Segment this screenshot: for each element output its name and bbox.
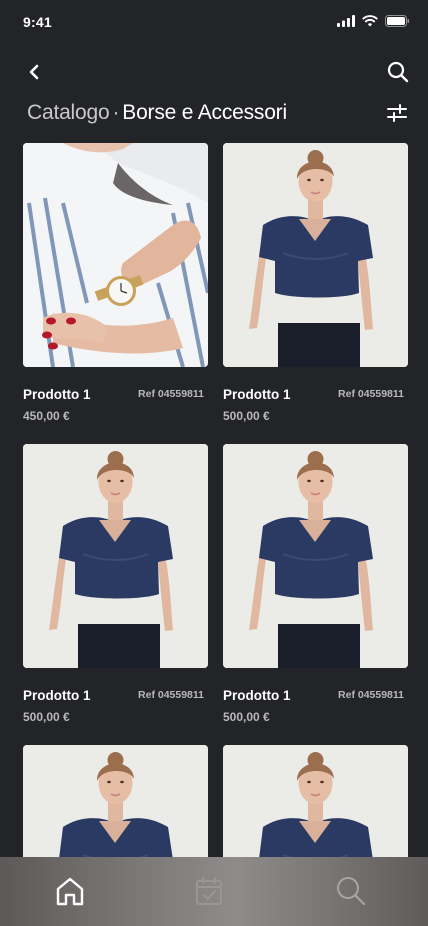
product-name: Prodotto 1: [223, 387, 291, 402]
product-ref: Ref 04559811: [138, 689, 204, 701]
breadcrumb-separator: ·: [112, 101, 120, 124]
status-icons: [337, 15, 410, 27]
breadcrumb-category[interactable]: Catalogo: [27, 101, 110, 124]
tab-bar: [0, 857, 428, 926]
wifi-icon: [362, 15, 378, 27]
tab-home[interactable]: [52, 873, 88, 909]
status-bar: 9:41: [0, 0, 428, 44]
back-button[interactable]: [22, 60, 46, 84]
status-time: 9:41: [23, 14, 52, 30]
product-price: 450,00 €: [23, 409, 70, 423]
sliders-icon: [387, 104, 407, 122]
filter-button[interactable]: [386, 102, 408, 124]
product-image: [223, 143, 408, 367]
product-price: 500,00 €: [223, 710, 270, 724]
product-name: Prodotto 1: [23, 688, 91, 703]
chevron-left-icon: [29, 64, 39, 80]
breadcrumb-subcategory: Borse e Accessori: [122, 101, 287, 124]
product-image: [23, 745, 208, 857]
product-image: [23, 143, 208, 367]
product-ref: Ref 04559811: [338, 388, 404, 400]
navigation-bar: [0, 58, 428, 88]
product-image: [23, 444, 208, 668]
signal-icon: [337, 15, 355, 27]
product-card[interactable]: [23, 745, 208, 857]
tab-search[interactable]: [333, 873, 369, 909]
product-card[interactable]: Prodotto 1 Ref 04559811 450,00 €: [23, 143, 208, 433]
product-image: [223, 745, 408, 857]
search-icon: [387, 61, 409, 83]
tab-calendar[interactable]: [191, 873, 227, 909]
home-icon: [56, 877, 84, 906]
product-price: 500,00 €: [223, 409, 270, 423]
page-title: Catalogo · Borse e Accessori: [27, 101, 287, 125]
product-card[interactable]: Prodotto 1 Ref 04559811 500,00 €: [223, 143, 408, 433]
product-price: 500,00 €: [23, 710, 70, 724]
product-image: [223, 444, 408, 668]
product-ref: Ref 04559811: [338, 689, 404, 701]
product-card[interactable]: Prodotto 1 Ref 04559811 500,00 €: [23, 444, 208, 734]
battery-icon: [385, 15, 410, 27]
product-name: Prodotto 1: [23, 387, 91, 402]
product-ref: Ref 04559811: [138, 388, 204, 400]
product-name: Prodotto 1: [223, 688, 291, 703]
calendar-check-icon: [196, 877, 222, 905]
product-card[interactable]: [223, 745, 408, 857]
search-button[interactable]: [386, 60, 410, 84]
search-icon: [337, 877, 366, 906]
product-card[interactable]: Prodotto 1 Ref 04559811 500,00 €: [223, 444, 408, 734]
